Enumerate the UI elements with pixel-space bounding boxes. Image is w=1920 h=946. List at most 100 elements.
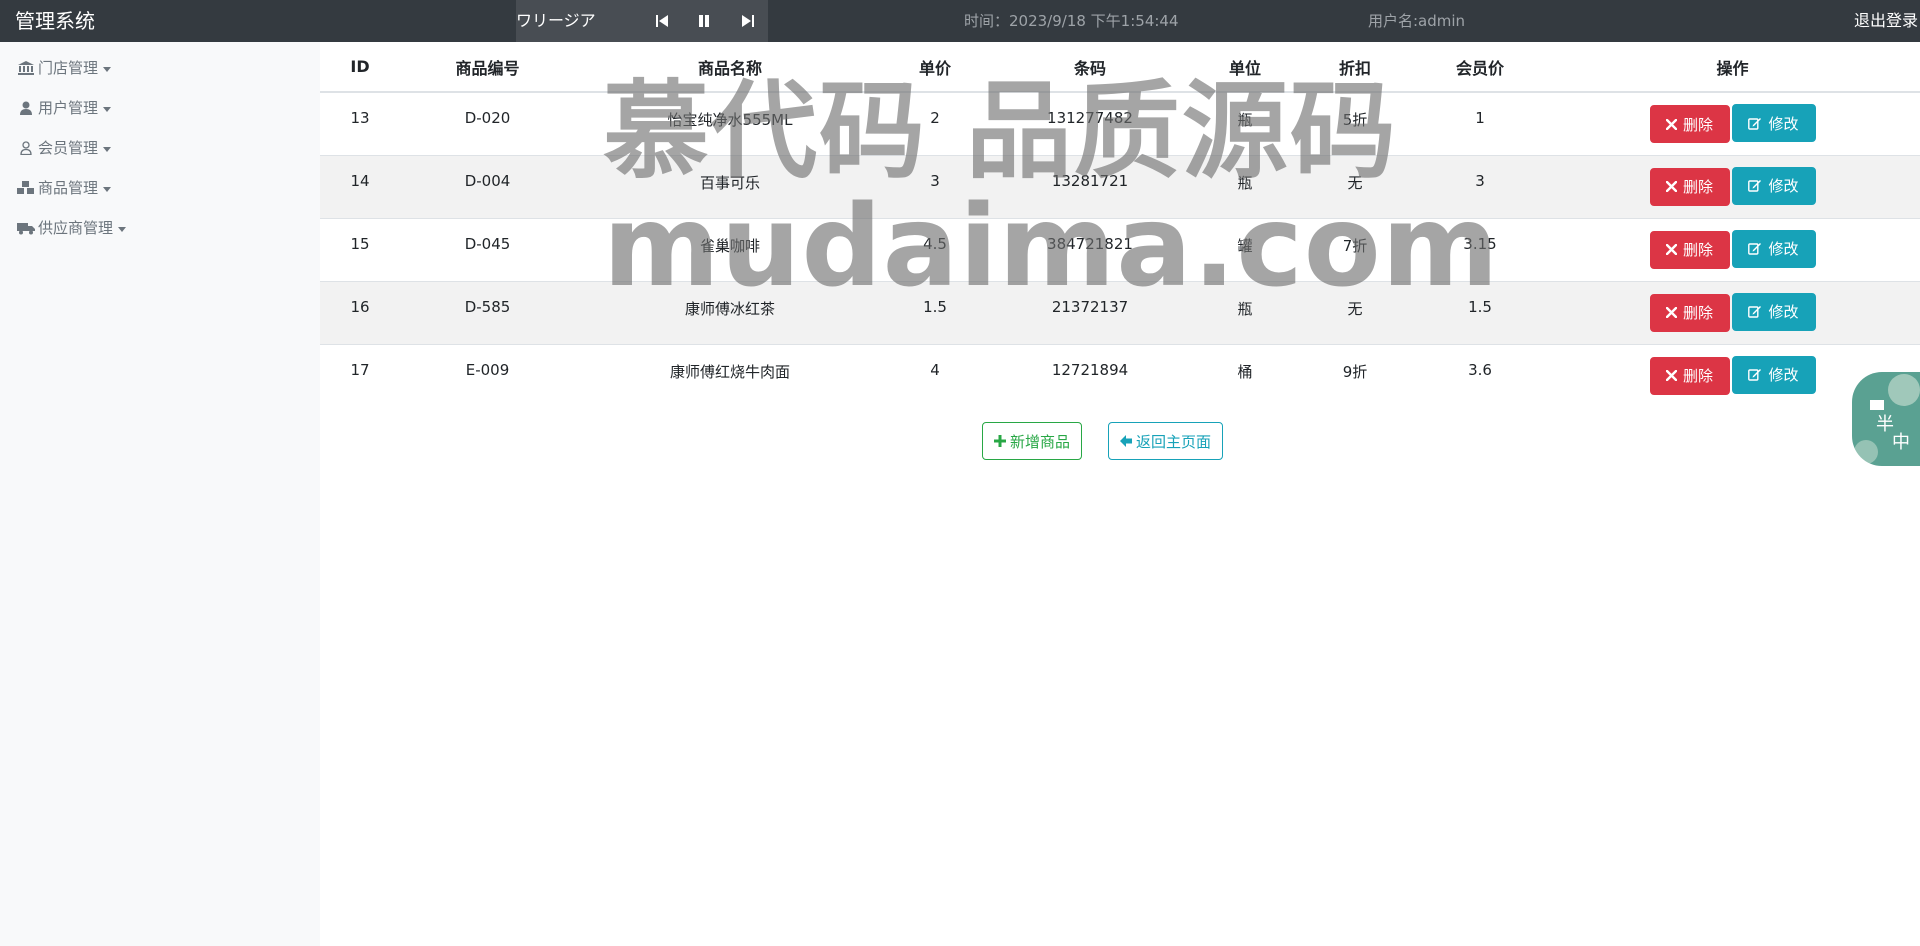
back-home-button[interactable]: 返回主页面 <box>1108 422 1224 460</box>
delete-label: 删除 <box>1682 178 1713 196</box>
logout-link[interactable]: 退出登录 <box>1854 0 1918 42</box>
cell-name: 百事可乐 <box>575 154 885 218</box>
cell-unit: 罐 <box>1195 217 1295 281</box>
sidebar-item-label: 用户管理 <box>38 99 99 117</box>
main-content: ID 商品编号 商品名称 单价 条码 单位 折扣 会员价 操作 13 D-020 怡… <box>320 42 1920 946</box>
edit-icon <box>1748 305 1762 318</box>
cell-price: 1.5 <box>885 280 985 344</box>
cell-actions: 删除 修改 <box>1545 91 1920 155</box>
times-icon <box>1665 370 1677 381</box>
times-icon <box>1665 307 1677 318</box>
edit-button[interactable]: 修改 <box>1731 355 1816 394</box>
player-track-title: ワリージア <box>516 11 596 30</box>
top-navbar: 管理系统 ワリージア 时间：2023/9/18 下午1:54:44 用户名:ad… <box>0 0 1920 42</box>
cell-id: 13 <box>320 91 400 155</box>
cell-id: 16 <box>320 280 400 344</box>
times-icon <box>1665 181 1677 192</box>
truck-icon <box>16 221 36 235</box>
cell-barcode: 384721821 <box>985 217 1195 281</box>
column-header: 单价 <box>885 42 985 93</box>
cell-actions: 删除 修改 <box>1545 217 1920 281</box>
cell-discount: 9折 <box>1295 343 1415 407</box>
table-row: 17 E-009 康师傅红烧牛肉面 4 12721894 桶 9折 3.6 删除 修改 <box>320 343 1920 407</box>
cell-unit: 瓶 <box>1195 280 1295 344</box>
sidebar-item-label: 供应商管理 <box>38 219 114 237</box>
cell-discount: 无 <box>1295 154 1415 218</box>
arrow-left-icon <box>1120 435 1133 447</box>
column-header: 操作 <box>1545 42 1920 93</box>
cell-member-price: 1 <box>1415 91 1545 155</box>
cell-barcode: 21372137 <box>985 280 1195 344</box>
cell-member-price: 1.5 <box>1415 280 1545 344</box>
edit-label: 修改 <box>1768 240 1799 258</box>
cubes-icon <box>16 181 36 195</box>
delete-label: 删除 <box>1682 115 1713 134</box>
cell-barcode: 12721894 <box>985 343 1195 407</box>
edit-button[interactable]: 修改 <box>1731 104 1816 142</box>
sidebar-item-stores[interactable]: 门店管理 <box>16 56 112 80</box>
back-home-label: 返回主页面 <box>1136 432 1212 451</box>
cell-price: 2 <box>885 91 985 155</box>
edit-label: 修改 <box>1768 114 1799 133</box>
next-track-icon[interactable] <box>738 11 758 31</box>
table-row: 16 D-585 康师傅冰红茶 1.5 21372137 瓶无 1.5 删除 修改 <box>320 280 1920 344</box>
table-row: 14 D-004 百事可乐 3 13281721 瓶无 3 删除 修改 <box>320 154 1920 218</box>
delete-button[interactable]: 删除 <box>1649 230 1730 269</box>
delete-button[interactable]: 删除 <box>1649 293 1730 332</box>
cell-price: 4.5 <box>885 217 985 281</box>
cell-name: 怡宝纯净水555ML <box>575 91 885 155</box>
sidebar-item-label: 商品管理 <box>38 179 99 197</box>
add-product-button[interactable]: 新增商品 <box>982 422 1083 460</box>
table-row: 15 D-045 雀巢咖啡 4.5 384721821 罐 7折 3.15 删除 修改 <box>320 217 1920 281</box>
cell-discount: 7折 <box>1295 217 1415 281</box>
column-header: ID <box>320 42 400 93</box>
sidebar-item-users[interactable]: 用户管理 <box>16 96 112 120</box>
user-icon <box>16 101 36 115</box>
sidebar-item-members[interactable]: 会员管理 <box>16 136 112 160</box>
music-player: ワリージア <box>516 0 768 42</box>
column-header: 条码 <box>985 42 1195 93</box>
delete-button[interactable]: 删除 <box>1649 356 1730 395</box>
add-product-label: 新增商品 <box>1010 432 1071 451</box>
footer-actions: 新增商品 返回主页面 <box>982 422 1224 460</box>
caret-down-icon <box>103 186 112 192</box>
column-header: 单位 <box>1195 42 1295 93</box>
floating-mascot-widget[interactable]: 半 中 <box>1852 372 1920 466</box>
table-row: 13 D-020 怡宝纯净水555ML 2 131277482 瓶 5折 1 删除 修改 <box>320 91 1920 155</box>
delete-button[interactable]: 删除 <box>1649 167 1730 206</box>
cell-barcode: 13281721 <box>985 154 1195 218</box>
sidebar: 门店管理 用户管理 会员管理 商品管理 供应商管理 <box>0 42 320 946</box>
cell-code: D-020 <box>400 91 575 155</box>
current-time: 时间：2023/9/18 下午1:54:44 <box>964 12 1179 30</box>
user-outline-icon <box>16 141 36 155</box>
column-header: 商品编号 <box>400 42 575 93</box>
username-display: 用户名:admin <box>1368 12 1466 30</box>
edit-icon <box>1748 368 1762 381</box>
cell-unit: 瓶 <box>1195 154 1295 218</box>
cell-name: 雀巢咖啡 <box>575 217 885 281</box>
pause-icon[interactable] <box>694 11 714 31</box>
sidebar-item-label: 会员管理 <box>38 139 99 157</box>
cell-discount: 无 <box>1295 280 1415 344</box>
cell-actions: 删除 修改 <box>1545 280 1920 344</box>
caret-down-icon <box>103 146 112 152</box>
cell-code: D-585 <box>400 280 575 344</box>
cell-name: 康师傅红烧牛肉面 <box>575 343 885 407</box>
edit-button[interactable]: 修改 <box>1731 292 1816 331</box>
edit-button[interactable]: 修改 <box>1731 229 1816 268</box>
sidebar-item-products[interactable]: 商品管理 <box>16 176 112 200</box>
cell-member-price: 3 <box>1415 154 1545 218</box>
app-brand[interactable]: 管理系统 <box>15 0 95 42</box>
edit-label: 修改 <box>1768 177 1799 195</box>
plus-icon <box>994 435 1006 447</box>
delete-button[interactable]: 删除 <box>1649 105 1730 143</box>
cell-id: 14 <box>320 154 400 218</box>
cell-actions: 删除 修改 <box>1545 154 1920 218</box>
edit-button[interactable]: 修改 <box>1731 166 1816 205</box>
sidebar-item-suppliers[interactable]: 供应商管理 <box>16 216 127 240</box>
edit-icon <box>1748 179 1762 192</box>
previous-track-icon[interactable] <box>652 11 672 31</box>
column-header: 折扣 <box>1295 42 1415 93</box>
cell-barcode: 131277482 <box>985 91 1195 155</box>
column-header: 会员价 <box>1415 42 1545 93</box>
